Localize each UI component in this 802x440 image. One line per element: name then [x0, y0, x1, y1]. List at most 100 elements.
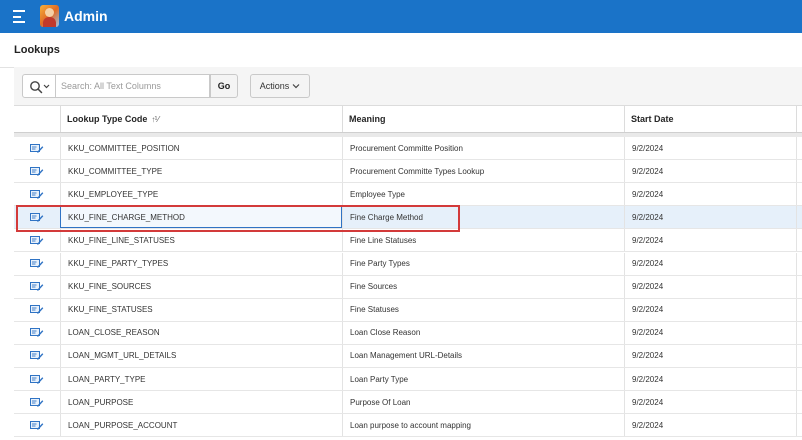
search-input[interactable] [56, 74, 210, 98]
meaning-cell[interactable]: Loan Management URL-Details [342, 344, 624, 367]
meaning-cell[interactable]: Loan Party Type [342, 368, 624, 390]
meaning-cell[interactable]: Purpose Of Loan [342, 391, 624, 414]
edit-pencil-icon[interactable] [30, 327, 44, 338]
column-header-start-date[interactable]: Start Date [624, 106, 796, 132]
lookup-type-code-cell[interactable]: KKU_COMMITTEE_POSITION [60, 137, 342, 159]
meaning-cell[interactable]: Employee Type [342, 183, 624, 206]
lookup-type-code-cell[interactable]: LOAN_PURPOSE [60, 391, 342, 414]
lookup-type-code-cell[interactable]: KKU_FINE_STATUSES [60, 298, 342, 321]
start-date-cell[interactable]: 9/2/2024 [624, 206, 796, 229]
edit-row-cell[interactable] [14, 206, 60, 228]
meaning-cell[interactable]: Fine Sources [342, 275, 624, 298]
edit-row-cell[interactable] [14, 160, 60, 182]
edit-pencil-icon[interactable] [30, 304, 44, 315]
edit-row-cell[interactable] [14, 183, 60, 205]
edit-row-cell[interactable] [14, 137, 60, 159]
edit-pencil-icon[interactable] [30, 212, 44, 223]
start-date-cell[interactable]: 9/2/2024 [624, 414, 796, 437]
page-header: Lookups [0, 33, 802, 68]
lookup-type-code-cell[interactable]: KKU_FINE_PARTY_TYPES [60, 252, 342, 275]
top-navigation-bar: Admin [0, 0, 802, 33]
table-row[interactable]: KKU_FINE_PARTY_TYPES Fine Party Types 9/2/… [14, 252, 802, 276]
lookup-type-code-cell[interactable]: KKU_FINE_LINE_STATUSES [60, 229, 342, 252]
start-date-cell[interactable]: 9/2/2024 [624, 275, 796, 298]
table-row[interactable]: KKU_FINE_STATUSES Fine Statuses 9/2/2024 [14, 298, 802, 322]
overflow-cell [796, 229, 802, 252]
edit-pencil-icon[interactable] [30, 166, 44, 177]
chevron-down-icon [292, 84, 300, 89]
table-row[interactable]: KKU_FINE_SOURCES Fine Sources 9/2/2024 [14, 275, 802, 299]
edit-row-cell[interactable] [14, 345, 60, 367]
meaning-cell[interactable]: Fine Line Statuses [342, 229, 624, 252]
overflow-cell [796, 252, 802, 275]
lookup-type-code-cell[interactable]: KKU_EMPLOYEE_TYPE [60, 183, 342, 206]
overflow-cell [796, 275, 802, 298]
table-row[interactable]: KKU_COMMITTEE_TYPE Procurement Committe T… [14, 160, 802, 184]
column-header-lookup-type-code[interactable]: Lookup Type Code ↑⅟ [60, 106, 342, 132]
overflow-cell [796, 391, 802, 414]
edit-row-cell[interactable] [14, 368, 60, 390]
lookup-type-code-cell[interactable]: KKU_FINE_CHARGE_METHOD [60, 206, 342, 229]
start-date-cell[interactable]: 9/2/2024 [624, 298, 796, 321]
edit-pencil-icon[interactable] [30, 258, 44, 269]
search-column-selector-button[interactable] [22, 74, 56, 98]
table-row[interactable]: LOAN_CLOSE_REASON Loan Close Reason 9/2/20… [14, 321, 802, 345]
table-row[interactable]: LOAN_PARTY_TYPE Loan Party Type 9/2/2024 [14, 368, 802, 391]
start-date-cell[interactable]: 9/2/2024 [624, 160, 796, 183]
lookup-type-code-cell[interactable]: LOAN_CLOSE_REASON [60, 321, 342, 344]
edit-pencil-icon[interactable] [30, 374, 44, 385]
edit-row-cell[interactable] [14, 276, 60, 298]
meaning-cell[interactable]: Procurement Committe Position [342, 137, 624, 159]
table-row[interactable]: KKU_FINE_CHARGE_METHOD Fine Charge Method… [14, 206, 802, 230]
meaning-cell[interactable]: Loan purpose to account mapping [342, 414, 624, 437]
table-row[interactable]: LOAN_MGMT_URL_DETAILS Loan Management URL… [14, 344, 802, 368]
edit-pencil-icon[interactable] [30, 350, 44, 361]
edit-pencil-icon[interactable] [30, 189, 44, 200]
edit-row-cell[interactable] [14, 391, 60, 413]
meaning-cell[interactable]: Fine Charge Method [342, 206, 624, 229]
table-row[interactable]: KKU_FINE_LINE_STATUSES Fine Line Statuses… [14, 229, 802, 253]
page-title: Lookups [14, 44, 60, 56]
lookup-type-code-cell[interactable]: LOAN_PARTY_TYPE [60, 368, 342, 390]
edit-pencil-icon[interactable] [30, 235, 44, 246]
start-date-cell[interactable]: 9/2/2024 [624, 321, 796, 344]
meaning-cell[interactable]: Loan Close Reason [342, 321, 624, 344]
edit-row-cell[interactable] [14, 229, 60, 251]
lookup-type-code-cell[interactable]: LOAN_PURPOSE_ACCOUNT [60, 414, 342, 437]
edit-row-cell[interactable] [14, 414, 60, 436]
meaning-cell[interactable]: Fine Statuses [342, 298, 624, 321]
table-header-row: Lookup Type Code ↑⅟ Meaning Start Date [14, 106, 802, 133]
lookups-report-table: Lookup Type Code ↑⅟ Meaning Start Date K… [14, 105, 802, 440]
table-row[interactable]: KKU_EMPLOYEE_TYPE Employee Type 9/2/2024 [14, 183, 802, 207]
edit-pencil-icon[interactable] [30, 281, 44, 292]
column-header-next[interactable] [796, 106, 802, 132]
column-header-meaning[interactable]: Meaning [342, 106, 624, 132]
app-title[interactable]: Admin [64, 8, 108, 24]
sort-ascending-icon[interactable]: ↑⅟ [151, 115, 158, 124]
edit-pencil-icon[interactable] [30, 397, 44, 408]
hamburger-menu-icon[interactable] [13, 10, 26, 23]
start-date-cell[interactable]: 9/2/2024 [624, 391, 796, 414]
meaning-cell[interactable]: Procurement Committe Types Lookup [342, 160, 624, 183]
table-row[interactable]: LOAN_PURPOSE_ACCOUNT Loan purpose to acco… [14, 414, 802, 438]
lookup-type-code-cell[interactable]: KKU_FINE_SOURCES [60, 275, 342, 298]
start-date-cell[interactable]: 9/2/2024 [624, 252, 796, 275]
overflow-cell [796, 414, 802, 437]
table-row[interactable]: KKU_COMMITTEE_POSITION Procurement Commit… [14, 137, 802, 160]
edit-row-cell[interactable] [14, 299, 60, 321]
lookup-type-code-cell[interactable]: LOAN_MGMT_URL_DETAILS [60, 344, 342, 367]
edit-row-cell[interactable] [14, 322, 60, 344]
start-date-cell[interactable]: 9/2/2024 [624, 137, 796, 159]
edit-pencil-icon[interactable] [30, 420, 44, 431]
start-date-cell[interactable]: 9/2/2024 [624, 344, 796, 367]
table-row[interactable]: LOAN_PURPOSE Purpose Of Loan 9/2/2024 [14, 391, 802, 415]
go-button[interactable]: Go [210, 74, 238, 98]
lookup-type-code-cell[interactable]: KKU_COMMITTEE_TYPE [60, 160, 342, 183]
meaning-cell[interactable]: Fine Party Types [342, 252, 624, 275]
edit-pencil-icon[interactable] [30, 143, 44, 154]
start-date-cell[interactable]: 9/2/2024 [624, 183, 796, 206]
start-date-cell[interactable]: 9/2/2024 [624, 229, 796, 252]
edit-row-cell[interactable] [14, 253, 60, 275]
start-date-cell[interactable]: 9/2/2024 [624, 368, 796, 390]
actions-menu-button[interactable]: Actions [250, 74, 310, 98]
